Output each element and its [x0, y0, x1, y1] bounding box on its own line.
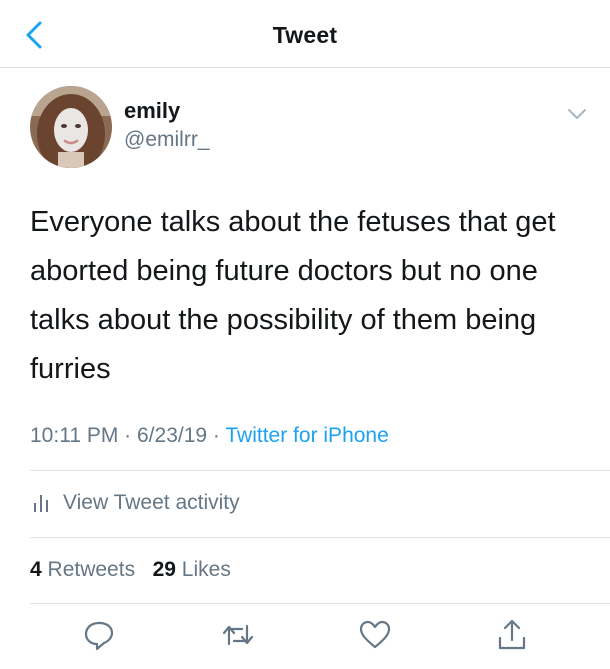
likes-count: 29 [152, 558, 176, 581]
chevron-down-icon [568, 109, 586, 119]
tweet-metadata: 10:11 PM · 6/23/19 · Twitter for iPhone [30, 424, 389, 448]
share-button[interactable] [495, 618, 529, 652]
like-button[interactable] [358, 618, 392, 652]
divider [30, 603, 610, 604]
retweet-icon [222, 624, 254, 646]
heart-icon [359, 620, 391, 649]
retweets-stat[interactable]: 4 Retweets [30, 558, 135, 581]
divider [30, 470, 610, 471]
meta-separator: · [207, 424, 226, 447]
reply-button[interactable] [82, 618, 116, 652]
tweet-text: Everyone talks about the fetuses that ge… [30, 206, 556, 385]
share-icon [498, 619, 526, 650]
page-title: Tweet [272, 22, 338, 48]
profile-photo [30, 86, 112, 168]
tweet-source-link[interactable]: Twitter for iPhone [225, 424, 388, 447]
view-tweet-activity-label: View Tweet activity [63, 491, 240, 514]
retweets-count: 4 [30, 558, 42, 581]
avatar[interactable] [30, 86, 112, 168]
divider [30, 537, 610, 538]
retweet-button[interactable] [221, 618, 255, 652]
retweets-label: Retweets [47, 558, 136, 581]
likes-stat[interactable]: 29 Likes [153, 558, 231, 581]
top-navigation-bar: Tweet [0, 0, 610, 68]
meta-separator: · [118, 424, 137, 447]
author-handle: @emilrr_ [124, 128, 210, 151]
more-options-button[interactable] [565, 106, 589, 122]
likes-label: Likes [181, 558, 231, 581]
bar-chart-icon [34, 495, 48, 512]
tweet-date: 6/23/19 [137, 424, 208, 447]
author-display-name[interactable]: emily [124, 98, 180, 124]
tweet-time: 10:11 PM [30, 424, 119, 447]
engagement-stats: 4 Retweets 29 Likes [30, 558, 231, 582]
reply-icon [84, 621, 114, 651]
